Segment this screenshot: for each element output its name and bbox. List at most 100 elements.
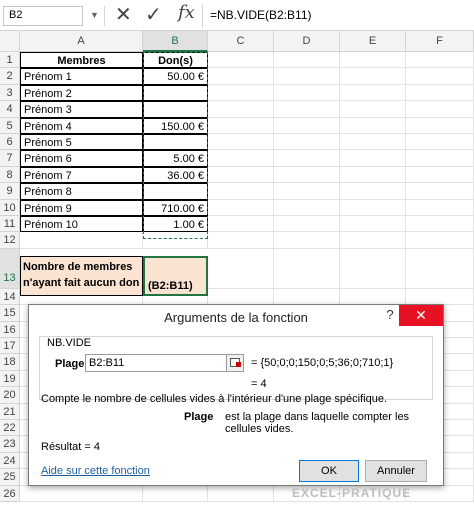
- cell-d14[interactable]: [274, 288, 340, 306]
- cell-d5[interactable]: [274, 117, 340, 134]
- cell-f11[interactable]: [406, 216, 474, 233]
- cell-e14[interactable]: [340, 288, 406, 306]
- cell-c3[interactable]: [208, 84, 274, 102]
- cell-f3[interactable]: [406, 84, 474, 102]
- cell-e1[interactable]: [340, 52, 406, 69]
- cell-c2[interactable]: [208, 68, 274, 85]
- select-all-corner[interactable]: [0, 31, 20, 52]
- row-header-23[interactable]: 23: [0, 436, 20, 453]
- cell-d2[interactable]: [274, 68, 340, 85]
- row-header-6[interactable]: 6: [0, 134, 20, 151]
- cell-d1[interactable]: [274, 52, 340, 69]
- row-header-2[interactable]: 2: [0, 68, 20, 85]
- cell-a5[interactable]: Prénom 4: [20, 117, 143, 134]
- row-header-3[interactable]: 3: [0, 84, 20, 102]
- cell-e10[interactable]: [340, 199, 406, 216]
- row-header-26[interactable]: 26: [0, 485, 20, 502]
- row-header-7[interactable]: 7: [0, 150, 20, 167]
- row-header-5[interactable]: 5: [0, 117, 20, 134]
- row-header-10[interactable]: 10: [0, 199, 20, 216]
- cell-a7[interactable]: Prénom 6: [20, 150, 143, 167]
- row-header-11[interactable]: 11: [0, 216, 20, 233]
- cell-f5[interactable]: [406, 117, 474, 134]
- row-header-12[interactable]: 12: [0, 232, 20, 249]
- cell-f1[interactable]: [406, 52, 474, 69]
- cell-a8[interactable]: Prénom 7: [20, 166, 143, 184]
- cell-f6[interactable]: [406, 134, 474, 151]
- cell-e12[interactable]: [340, 232, 406, 249]
- cell-c12[interactable]: [208, 232, 274, 249]
- cell-d8[interactable]: [274, 166, 340, 184]
- row-header-8[interactable]: 8: [0, 166, 20, 184]
- cell-c13[interactable]: [208, 248, 274, 289]
- row-header-20[interactable]: 20: [0, 387, 20, 404]
- cell-e3[interactable]: [340, 84, 406, 102]
- row-header-18[interactable]: 18: [0, 354, 20, 371]
- insert-function-icon[interactable]: fx: [178, 2, 195, 23]
- cell-f7[interactable]: [406, 150, 474, 167]
- column-header-c[interactable]: C: [208, 31, 274, 52]
- cell-a2[interactable]: Prénom 1: [20, 68, 143, 85]
- cell-a1[interactable]: Membres: [20, 52, 143, 69]
- cell-f14[interactable]: [406, 288, 474, 306]
- column-header-a[interactable]: A: [20, 31, 143, 52]
- cell-e4[interactable]: [340, 101, 406, 118]
- cell-c5[interactable]: [208, 117, 274, 134]
- cell-a26[interactable]: [20, 485, 143, 502]
- cell-a3[interactable]: Prénom 2: [20, 84, 143, 102]
- cell-d11[interactable]: [274, 216, 340, 233]
- cell-c8[interactable]: [208, 166, 274, 184]
- cell-f2[interactable]: [406, 68, 474, 85]
- cell-e7[interactable]: [340, 150, 406, 167]
- row-header-9[interactable]: 9: [0, 183, 20, 200]
- close-button[interactable]: ✕: [399, 305, 443, 326]
- cell-d4[interactable]: [274, 101, 340, 118]
- row-header-13[interactable]: 13: [0, 248, 20, 289]
- column-header-e[interactable]: E: [340, 31, 406, 52]
- column-header-b[interactable]: B: [143, 31, 208, 52]
- column-header-f[interactable]: F: [406, 31, 474, 52]
- cell-c9[interactable]: [208, 183, 274, 200]
- cell-e11[interactable]: [340, 216, 406, 233]
- row-header-19[interactable]: 19: [0, 370, 20, 388]
- cell-e2[interactable]: [340, 68, 406, 85]
- cell-d13[interactable]: [274, 248, 340, 289]
- cell-c26[interactable]: [208, 485, 274, 502]
- column-header-d[interactable]: D: [274, 31, 340, 52]
- row-header-24[interactable]: 24: [0, 452, 20, 470]
- cell-c10[interactable]: [208, 199, 274, 216]
- cell-d6[interactable]: [274, 134, 340, 151]
- cell-d3[interactable]: [274, 84, 340, 102]
- cell-a9[interactable]: Prénom 8: [20, 183, 143, 200]
- row-header-14[interactable]: 14: [0, 288, 20, 306]
- cell-e8[interactable]: [340, 166, 406, 184]
- cell-c6[interactable]: [208, 134, 274, 151]
- chevron-down-icon[interactable]: ▼: [90, 10, 99, 20]
- row-header-1[interactable]: 1: [0, 52, 20, 69]
- row-header-4[interactable]: 4: [0, 101, 20, 118]
- cell-f10[interactable]: [406, 199, 474, 216]
- cell-c7[interactable]: [208, 150, 274, 167]
- cell-a6[interactable]: Prénom 5: [20, 134, 143, 151]
- cell-a11[interactable]: Prénom 10: [20, 216, 143, 233]
- row-header-25[interactable]: 25: [0, 469, 20, 486]
- enter-check-icon[interactable]: ✓: [145, 2, 162, 27]
- row-header-22[interactable]: 22: [0, 420, 20, 437]
- cell-e9[interactable]: [340, 183, 406, 200]
- cell-f4[interactable]: [406, 101, 474, 118]
- cell-d7[interactable]: [274, 150, 340, 167]
- range-input[interactable]: B2:B11: [85, 354, 229, 372]
- row-header-21[interactable]: 21: [0, 403, 20, 420]
- cell-d12[interactable]: [274, 232, 340, 249]
- cell-f12[interactable]: [406, 232, 474, 249]
- cell-e5[interactable]: [340, 117, 406, 134]
- cell-a4[interactable]: Prénom 3: [20, 101, 143, 118]
- collapse-dialog-button[interactable]: [226, 354, 244, 372]
- cell-f9[interactable]: [406, 183, 474, 200]
- row-header-15[interactable]: 15: [0, 305, 20, 322]
- cell-c4[interactable]: [208, 101, 274, 118]
- cell-a12[interactable]: [20, 232, 143, 249]
- row-header-16[interactable]: 16: [0, 321, 20, 338]
- name-box[interactable]: B2: [3, 6, 83, 26]
- cell-e13[interactable]: [340, 248, 406, 289]
